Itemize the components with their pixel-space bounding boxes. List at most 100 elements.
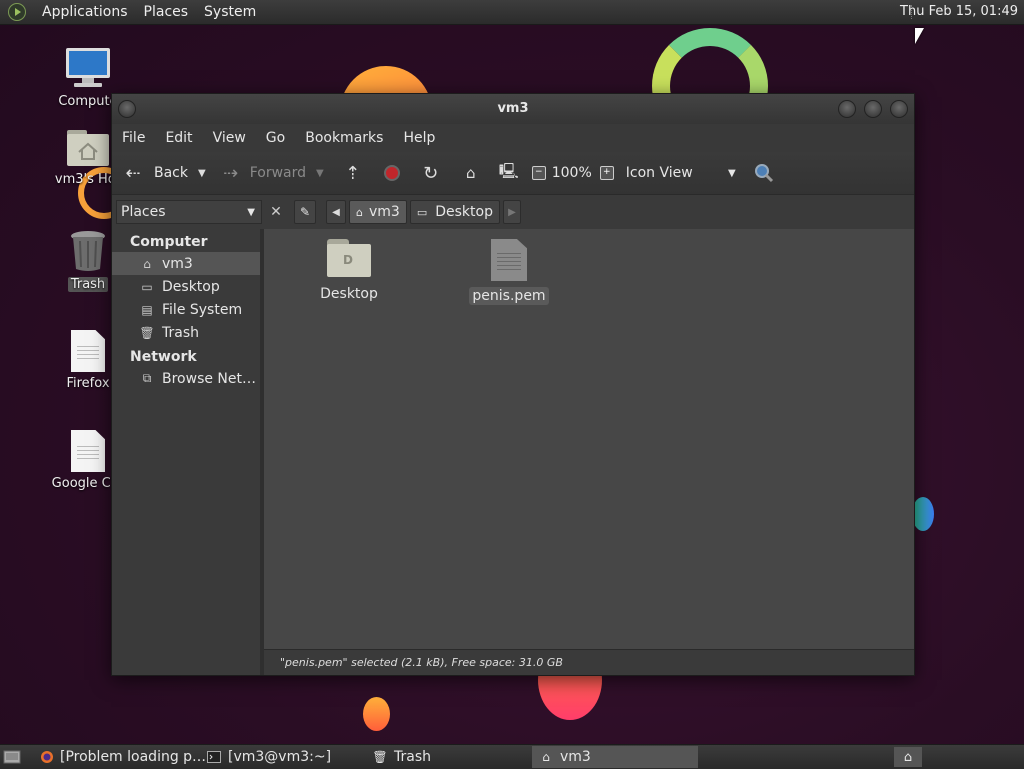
back-history-dropdown[interactable]: ▼: [198, 168, 206, 179]
toggle-location-entry-button[interactable]: ✎: [294, 200, 316, 224]
up-button[interactable]: ⇡: [342, 163, 364, 184]
file-view[interactable]: Desktop penis.pem: [264, 229, 914, 675]
zoom-level[interactable]: 100%: [552, 165, 592, 181]
wallpaper-small-blob: [363, 697, 390, 731]
file-item-label: penis.pem: [469, 287, 549, 305]
search-icon: [754, 164, 773, 183]
task-firefox[interactable]: [Problem loading p…: [34, 746, 206, 768]
home-folder-icon: ⌂: [465, 164, 476, 182]
distro-logo-icon[interactable]: [8, 3, 26, 21]
task-trash[interactable]: 🗑 Trash: [366, 746, 532, 768]
up-arrow-icon: ⇡: [345, 162, 361, 184]
stop-button[interactable]: [383, 165, 400, 181]
task-label: Trash: [394, 749, 431, 765]
menu-go[interactable]: Go: [256, 130, 295, 146]
sidebar-item-trash[interactable]: 🗑 Trash: [112, 321, 260, 344]
location-bar: Places ▼ ✕ ✎ ◀ ⌂ vm3 ▭ Desktop ▶: [112, 195, 914, 229]
sidebar-pane-selector[interactable]: Places ▼: [116, 200, 262, 224]
window-menu-button[interactable]: [118, 100, 136, 118]
trash-icon: 🗑: [139, 325, 155, 340]
menu-bookmarks[interactable]: Bookmarks: [295, 130, 393, 146]
path-button-vm3[interactable]: ⌂ vm3: [349, 200, 407, 224]
view-mode-select[interactable]: Icon View ▼: [626, 165, 736, 181]
document-icon: [71, 330, 105, 372]
applications-menu[interactable]: Applications: [34, 4, 136, 20]
menu-view[interactable]: View: [203, 130, 256, 146]
sidebar-item-browse-network[interactable]: ⧉ Browse Net…: [112, 367, 260, 390]
file-item-penis-pem[interactable]: penis.pem: [469, 239, 549, 305]
terminal-icon: [206, 750, 222, 764]
desktop-icon-label: Firefox: [66, 376, 110, 391]
show-desktop-icon: [3, 750, 21, 764]
toolbar: ⇠ Back ▼ ⇢ Forward ▼ ⇡ ↻ ⌂ 🖳 − 100% + Ic…: [112, 152, 914, 195]
path-button-desktop[interactable]: ▭ Desktop: [409, 200, 500, 224]
task-label: [vm3@vm3:~]: [228, 749, 332, 765]
maximize-button[interactable]: [864, 100, 882, 118]
places-sidebar: Computer ⌂ vm3 ▭ Desktop ▤ File System 🗑…: [112, 229, 264, 675]
search-button[interactable]: [754, 163, 774, 183]
file-manager-window: vm3 File Edit View Go Bookmarks Help ⇠ B…: [111, 93, 915, 676]
forward-label: Forward: [249, 165, 307, 181]
forward-history-dropdown[interactable]: ▼: [316, 168, 324, 179]
top-panel: Applications Places System Thu Feb 15, 0…: [0, 0, 1024, 25]
file-item-desktop[interactable]: Desktop: [309, 239, 389, 303]
zoom-in-button[interactable]: +: [599, 166, 614, 180]
home-icon: ⌂: [143, 256, 151, 271]
sidebar-item-label: Desktop: [162, 278, 220, 295]
chevron-down-icon: ▼: [247, 206, 255, 218]
chevron-left-icon: ◀: [332, 206, 340, 218]
window-title: vm3: [497, 101, 529, 116]
sidebar-item-file-system[interactable]: ▤ File System: [112, 298, 260, 321]
back-arrow-icon: ⇠: [125, 162, 141, 184]
sidebar-item-label: Trash: [162, 324, 199, 341]
menu-help[interactable]: Help: [393, 130, 445, 146]
sidebar-section-network: Network: [130, 349, 197, 365]
clock[interactable]: Thu Feb 15, 01:49: [900, 4, 1018, 19]
forward-arrow-icon: ⇢: [223, 162, 239, 184]
menubar: File Edit View Go Bookmarks Help: [112, 124, 914, 152]
minimize-button[interactable]: [838, 100, 856, 118]
close-sidebar-icon[interactable]: ✕: [266, 204, 286, 220]
path-bar: ✎ ◀ ⌂ vm3 ▭ Desktop ▶: [294, 200, 524, 224]
path-scroll-left-button[interactable]: ◀: [326, 200, 346, 224]
sidebar-item-label: File System: [162, 301, 243, 318]
menu-edit[interactable]: Edit: [155, 130, 202, 146]
window-titlebar[interactable]: vm3: [112, 94, 914, 124]
path-button-label: Desktop: [435, 204, 493, 220]
sidebar-pane-label: Places: [121, 204, 166, 220]
close-button[interactable]: [890, 100, 908, 118]
forward-button[interactable]: ⇢ Forward: [220, 163, 306, 184]
home-button[interactable]: ⌂: [460, 164, 482, 182]
computer-icon: 🖳: [498, 161, 519, 180]
home-folder-icon: [67, 130, 109, 166]
workspace-switcher[interactable]: ⌂: [894, 747, 922, 767]
computer-button[interactable]: 🖳: [498, 161, 520, 186]
path-scroll-right-button[interactable]: ▶: [502, 200, 521, 224]
task-terminal[interactable]: [vm3@vm3:~]: [200, 746, 366, 768]
file-item-label: Desktop: [320, 286, 378, 302]
chevron-down-icon: ▼: [728, 167, 736, 179]
view-mode-label: Icon View: [625, 165, 693, 181]
path-button-label: vm3: [368, 204, 400, 220]
home-icon: ⌂: [356, 205, 363, 219]
sidebar-item-label: Browse Net…: [162, 370, 257, 387]
back-button[interactable]: ⇠ Back: [122, 163, 188, 184]
task-vm3[interactable]: ⌂ vm3: [532, 746, 698, 768]
trash-icon: [71, 231, 105, 271]
zoom-out-button[interactable]: −: [531, 166, 546, 180]
system-menu[interactable]: System: [196, 4, 264, 20]
window-body: Computer ⌂ vm3 ▭ Desktop ▤ File System 🗑…: [112, 229, 914, 675]
show-desktop-button[interactable]: [0, 746, 24, 768]
chevron-right-icon: ▶: [508, 206, 516, 218]
back-label: Back: [154, 165, 188, 181]
reload-icon: ↻: [423, 162, 439, 184]
sidebar-item-vm3[interactable]: ⌂ vm3: [112, 252, 260, 275]
zoom-in-icon: +: [599, 166, 614, 180]
places-menu[interactable]: Places: [136, 4, 197, 20]
wallpaper-teal-blob: [912, 497, 934, 531]
sidebar-item-desktop[interactable]: ▭ Desktop: [112, 275, 260, 298]
task-label: [Problem loading p…: [60, 749, 207, 765]
reload-button[interactable]: ↻: [420, 163, 442, 184]
document-icon: [71, 430, 105, 472]
menu-file[interactable]: File: [112, 130, 155, 146]
